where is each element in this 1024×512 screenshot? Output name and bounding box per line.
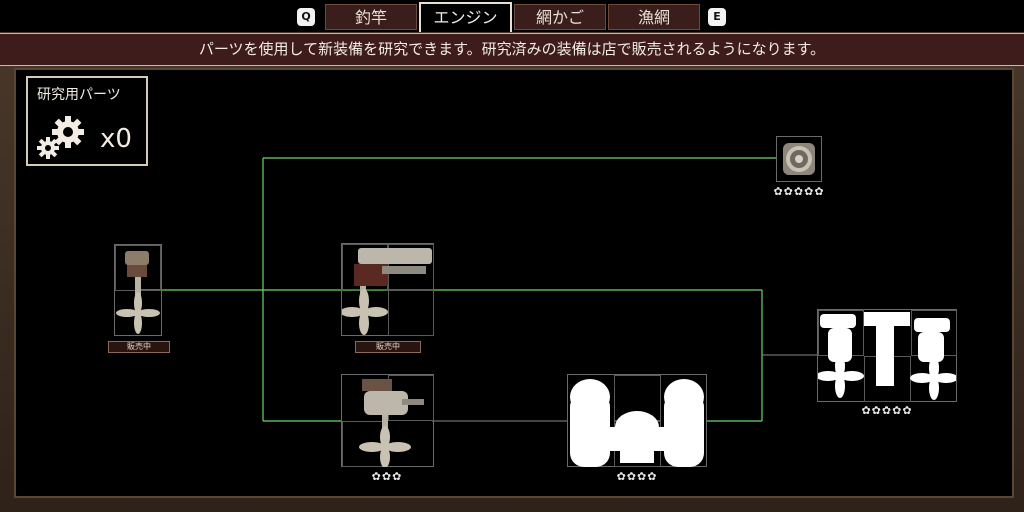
on-sale-badge: 販売中 bbox=[355, 341, 421, 353]
research-parts-panel: 研究用パーツ x0 bbox=[26, 76, 148, 166]
engine-node-5[interactable] bbox=[817, 309, 957, 402]
gears-icon bbox=[37, 116, 84, 159]
engine-node-4[interactable] bbox=[567, 374, 707, 467]
outboard-engine-small-icon bbox=[116, 251, 160, 334]
rarity-stars: ✿✿✿✿✿ bbox=[861, 404, 913, 417]
outboard-engine-propeller-icon bbox=[359, 379, 424, 467]
research-parts-label: 研究用パーツ bbox=[37, 87, 121, 103]
engine-node-6[interactable] bbox=[776, 136, 822, 182]
rarity-stars: ✿✿✿✿✿ bbox=[773, 185, 825, 198]
engine-node-1[interactable] bbox=[114, 244, 162, 336]
engine-node-2[interactable] bbox=[341, 243, 434, 336]
engine-node-3[interactable] bbox=[341, 374, 434, 467]
research-parts-count: x0 bbox=[100, 124, 132, 154]
turbine-engine-icon bbox=[783, 143, 815, 175]
on-sale-badge: 販売中 bbox=[108, 341, 170, 353]
outboard-engine-large-icon bbox=[342, 248, 432, 335]
rarity-stars: ✿✿✿ bbox=[371, 470, 403, 483]
locked-engine-silhouette-icon bbox=[570, 379, 704, 467]
rarity-stars: ✿✿✿✿ bbox=[616, 470, 658, 483]
locked-twin-engine-silhouette-icon bbox=[818, 312, 956, 400]
